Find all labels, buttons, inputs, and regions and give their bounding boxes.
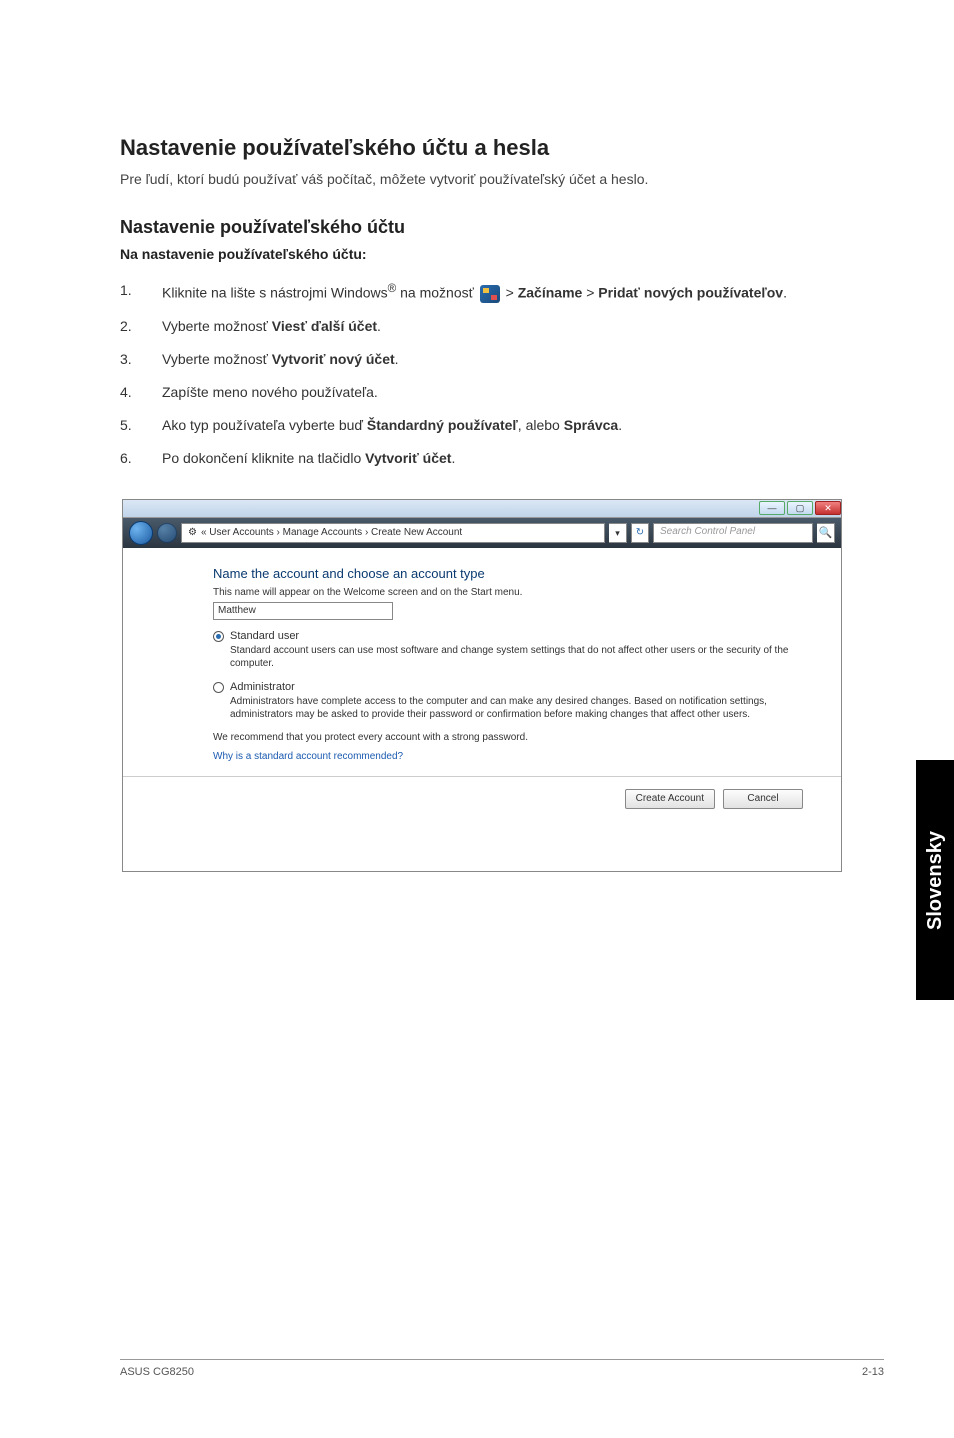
breadcrumb[interactable]: ⚙ « User Accounts › Manage Accounts › Cr… bbox=[181, 523, 605, 543]
step-bold: Štandardný používateľ bbox=[367, 417, 518, 433]
administrator-label: Administrator bbox=[230, 681, 295, 693]
step-number: 4. bbox=[120, 382, 162, 403]
refresh-button[interactable]: ↻ bbox=[631, 523, 649, 543]
intro-text: Pre ľudí, ktorí budú používať váš počíta… bbox=[120, 171, 844, 187]
language-tab: Slovensky bbox=[916, 760, 954, 1000]
page-heading: Nastavenie používateľského účtu a hesla bbox=[120, 135, 844, 161]
step-text: Kliknite na lište s nástrojmi Windows bbox=[162, 285, 388, 301]
step-4: 4. Zapíšte meno nového používateľa. bbox=[120, 382, 844, 403]
step-number: 6. bbox=[120, 448, 162, 469]
step-bold: Pridať nových používateľov bbox=[598, 285, 783, 301]
dialog-heading: Name the account and choose an account t… bbox=[213, 566, 803, 581]
breadcrumb-icon: ⚙ bbox=[188, 527, 197, 538]
step-number: 5. bbox=[120, 415, 162, 436]
section-intro: Na nastavenie používateľského účtu: bbox=[120, 246, 844, 262]
step-bold: Vytvoriť účet bbox=[365, 450, 451, 466]
standard-user-label: Standard user bbox=[230, 630, 299, 642]
step-6: 6. Po dokončení kliknite na tlačidlo Vyt… bbox=[120, 448, 844, 469]
step-text: Po dokončení kliknite na tlačidlo bbox=[162, 450, 365, 466]
cancel-button[interactable]: Cancel bbox=[723, 789, 803, 809]
create-account-button[interactable]: Create Account bbox=[625, 789, 715, 809]
recommend-text: We recommend that you protect every acco… bbox=[213, 732, 803, 743]
window-navbar: ⚙ « User Accounts › Manage Accounts › Cr… bbox=[123, 518, 841, 548]
step-number: 3. bbox=[120, 349, 162, 370]
administrator-radio[interactable] bbox=[213, 682, 224, 693]
step-text: Ako typ používateľa vyberte buď bbox=[162, 417, 367, 433]
search-icon[interactable]: 🔍 bbox=[817, 523, 835, 543]
step-1: 1. Kliknite na lište s nástrojmi Windows… bbox=[120, 280, 844, 304]
close-button[interactable]: ✕ bbox=[815, 501, 841, 515]
step-number: 2. bbox=[120, 316, 162, 337]
footer-model: ASUS CG8250 bbox=[120, 1366, 194, 1378]
standard-user-radio[interactable] bbox=[213, 631, 224, 642]
section-heading: Nastavenie používateľského účtu bbox=[120, 217, 844, 238]
nav-forward-button[interactable] bbox=[157, 523, 177, 543]
window-titlebar: — ▢ ✕ bbox=[123, 500, 841, 518]
screenshot-window: — ▢ ✕ ⚙ « User Accounts › Manage Account… bbox=[122, 499, 842, 872]
registered-mark: ® bbox=[388, 282, 397, 295]
search-input[interactable]: Search Control Panel bbox=[653, 523, 813, 543]
why-standard-link[interactable]: Why is a standard account recommended? bbox=[213, 751, 803, 762]
step-number: 1. bbox=[120, 280, 162, 304]
standard-user-desc: Standard account users can use most soft… bbox=[230, 644, 803, 671]
steps-list: 1. Kliknite na lište s nástrojmi Windows… bbox=[120, 280, 844, 469]
breadcrumb-text: « User Accounts › Manage Accounts › Crea… bbox=[201, 527, 462, 538]
step-bold: Viesť ďalší účet bbox=[272, 318, 377, 334]
maximize-button[interactable]: ▢ bbox=[787, 501, 813, 515]
administrator-desc: Administrators have complete access to t… bbox=[230, 695, 803, 722]
account-name-input[interactable] bbox=[213, 602, 393, 620]
step-2: 2. Vyberte možnosť Viesť ďalší účet. bbox=[120, 316, 844, 337]
step-bold: Vytvoriť nový účet bbox=[272, 351, 395, 367]
footer-page-number: 2-13 bbox=[862, 1366, 884, 1378]
step-5: 5. Ako typ používateľa vyberte buď Štand… bbox=[120, 415, 844, 436]
page-footer: ASUS CG8250 2-13 bbox=[120, 1359, 884, 1378]
windows-start-icon bbox=[480, 285, 500, 303]
step-3: 3. Vyberte možnosť Vytvoriť nový účet. bbox=[120, 349, 844, 370]
minimize-button[interactable]: — bbox=[759, 501, 785, 515]
step-bold: Správca bbox=[564, 417, 618, 433]
language-tab-label: Slovensky bbox=[924, 831, 947, 930]
step-text: Vyberte možnosť bbox=[162, 318, 272, 334]
dialog-subtext: This name will appear on the Welcome scr… bbox=[213, 587, 803, 598]
step-text: Vyberte možnosť bbox=[162, 351, 272, 367]
step-bold: Začíname bbox=[518, 285, 583, 301]
nav-back-button[interactable] bbox=[129, 521, 153, 545]
step-text: Zapíšte meno nového používateľa. bbox=[162, 382, 844, 403]
breadcrumb-dropdown[interactable]: ▾ bbox=[609, 523, 627, 543]
